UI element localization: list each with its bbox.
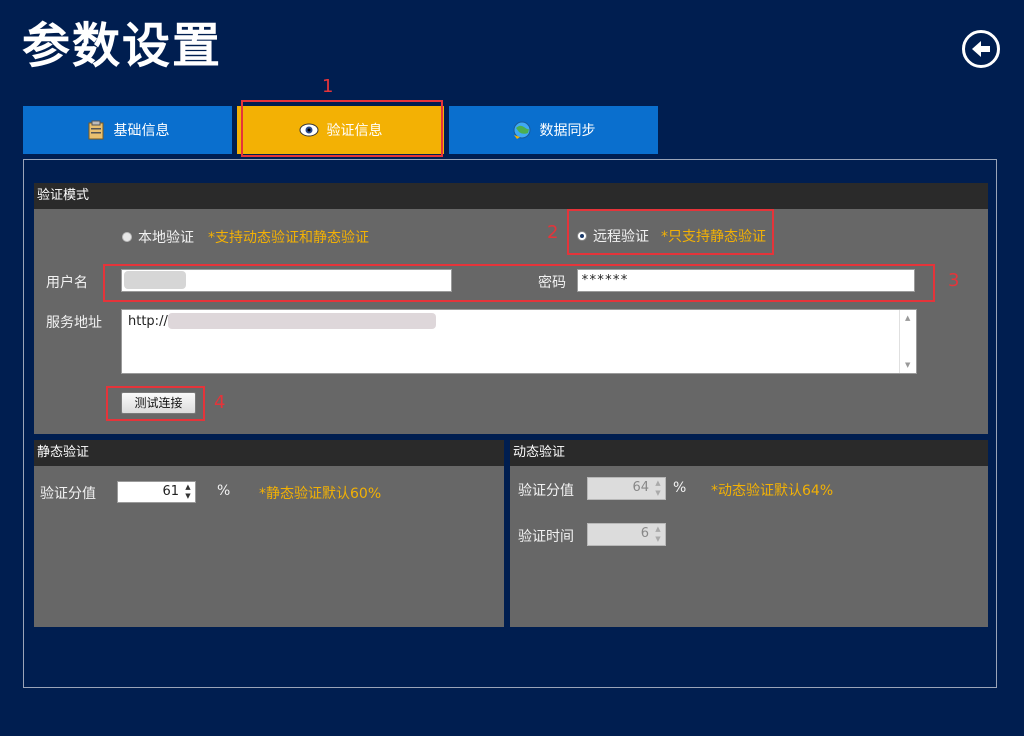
back-arrow-icon xyxy=(972,41,990,57)
stepper-down-icon[interactable]: ▼ xyxy=(653,535,663,544)
static-verify-title: 静态验证 xyxy=(34,440,504,466)
globe-sync-icon xyxy=(512,120,532,140)
annotation-box-2 xyxy=(567,209,774,255)
stepper-up-icon[interactable]: ▲ xyxy=(653,479,663,488)
annotation-number-4: 4 xyxy=(214,392,226,413)
static-score-hint: *静态验证默认60% xyxy=(259,486,382,502)
service-address-label: 服务地址 xyxy=(46,315,102,331)
static-score-unit: % xyxy=(217,483,231,499)
stepper-up-icon[interactable]: ▲ xyxy=(653,525,663,534)
dynamic-score-stepper[interactable]: 64 ▲ ▼ xyxy=(587,477,666,500)
stepper-down-icon[interactable]: ▼ xyxy=(183,492,193,501)
back-button[interactable] xyxy=(962,30,1000,68)
tab-basic-info[interactable]: 基础信息 xyxy=(23,106,232,154)
verify-mode-title: 验证模式 xyxy=(34,183,988,209)
dynamic-verify-title: 动态验证 xyxy=(510,440,988,466)
static-score-label: 验证分值 xyxy=(40,486,96,502)
service-address-scrollbar[interactable]: ▲ ▼ xyxy=(899,310,916,373)
stepper-down-icon[interactable]: ▼ xyxy=(653,489,663,498)
annotation-number-2: 2 xyxy=(547,222,559,243)
static-score-stepper[interactable]: 61 ▲ ▼ xyxy=(117,481,196,503)
dynamic-time-value: 6 xyxy=(640,526,649,541)
username-label: 用户名 xyxy=(46,275,88,291)
clipboard-icon xyxy=(86,120,106,140)
dynamic-time-stepper[interactable]: 6 ▲ ▼ xyxy=(587,523,666,546)
local-verify-option[interactable]: 本地验证 *支持动态验证和静态验证 xyxy=(122,227,369,247)
local-verify-hint: *支持动态验证和静态验证 xyxy=(208,230,369,246)
local-verify-radio[interactable] xyxy=(122,232,132,242)
stepper-up-icon[interactable]: ▲ xyxy=(183,483,193,492)
scroll-down-icon[interactable]: ▼ xyxy=(905,361,910,369)
dynamic-score-value: 64 xyxy=(632,480,649,495)
dynamic-score-unit: % xyxy=(673,480,687,496)
dynamic-score-label: 验证分值 xyxy=(518,483,574,499)
page-title: 参数设置 xyxy=(22,18,223,74)
dynamic-score-hint: *动态验证默认64% xyxy=(711,483,834,499)
static-score-value: 61 xyxy=(162,484,179,499)
static-verify-section: 静态验证 xyxy=(34,440,504,627)
tab-data-sync[interactable]: 数据同步 xyxy=(449,106,658,154)
dynamic-verify-section: 动态验证 xyxy=(510,440,988,627)
service-address-value: http:// xyxy=(128,314,168,329)
annotation-box-1 xyxy=(241,100,443,157)
tab-data-sync-label: 数据同步 xyxy=(539,123,596,139)
scroll-up-icon[interactable]: ▲ xyxy=(905,314,910,322)
annotation-number-3: 3 xyxy=(948,270,960,291)
annotation-number-1: 1 xyxy=(322,76,334,97)
local-verify-label: 本地验证 xyxy=(138,230,194,246)
annotation-box-3 xyxy=(103,264,935,302)
tab-basic-info-label: 基础信息 xyxy=(113,123,170,139)
annotation-box-4 xyxy=(106,386,205,421)
redacted-service-address xyxy=(168,313,436,329)
dynamic-time-label: 验证时间 xyxy=(518,529,574,545)
